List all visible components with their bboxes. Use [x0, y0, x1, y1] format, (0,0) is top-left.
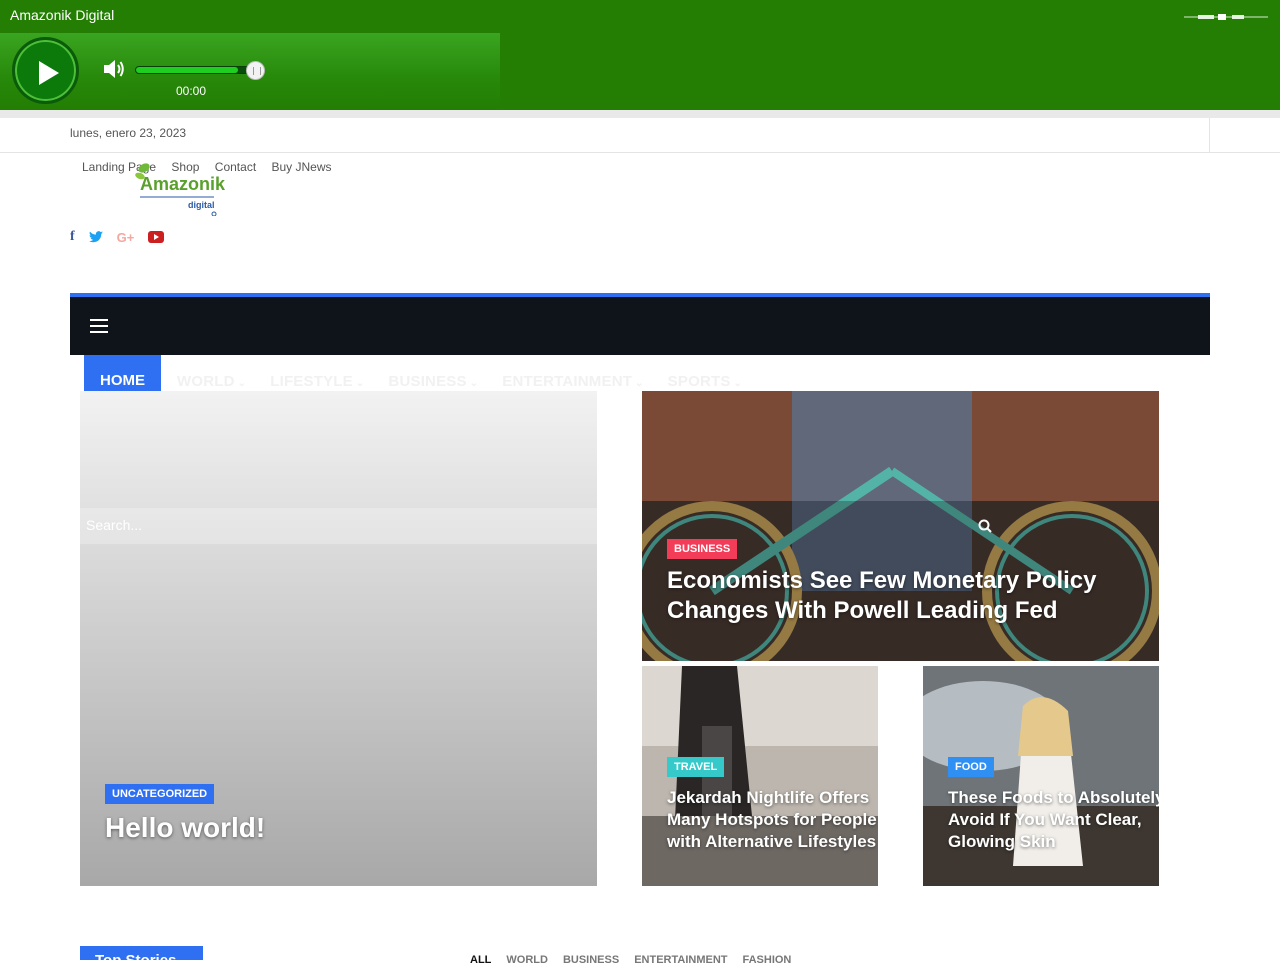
logo-subtext: digital [188, 200, 215, 210]
article-title[interactable]: Jekardah Nightlife Offers Many Hotspots … [667, 787, 878, 853]
site-logo[interactable]: Amazonik digital [134, 160, 226, 217]
search-bar [80, 508, 597, 544]
category-badge[interactable]: TRAVEL [667, 757, 725, 777]
featured-card-travel[interactable]: TRAVEL Jekardah Nightlife Offers Many Ho… [642, 666, 878, 886]
logo-text: Amazonik [140, 174, 226, 194]
filter-world[interactable]: WORLD [506, 954, 548, 966]
twitter-icon[interactable] [88, 231, 103, 243]
featured-card-business[interactable]: BUSINESS Economists See Few Monetary Pol… [642, 391, 1159, 661]
volume-slider[interactable] [135, 66, 257, 74]
radio-player-bar: Amazonik Digital 00:00 [0, 0, 1280, 110]
filter-business[interactable]: BUSINESS [563, 954, 619, 966]
top-nav-buy-jnews[interactable]: Buy JNews [272, 160, 332, 174]
featured-main-card[interactable]: UNCATEGORIZED Hello world! [80, 391, 597, 886]
topbar-strip [0, 110, 1280, 118]
main-menu: WORLD LIFESTYLE BUSINESS ENTERTAINMENT S… [177, 373, 742, 390]
current-date: lunes, enero 23, 2023 [70, 126, 187, 140]
volume-slider-handle[interactable] [246, 61, 265, 80]
nav-sports[interactable]: SPORTS [668, 373, 742, 390]
station-name: Amazonik Digital [10, 7, 115, 23]
playback-time: 00:00 [176, 84, 207, 98]
social-links: f G+ [70, 229, 165, 245]
article-title[interactable]: These Foods to Absolutely Avoid If You W… [948, 787, 1159, 853]
section-title: Top Stories [95, 952, 176, 960]
filter-entertainment[interactable]: ENTERTAINMENT [634, 954, 727, 966]
main-nav-bar [70, 297, 1210, 355]
section-title-tag: Top Stories [80, 946, 203, 960]
google-plus-icon[interactable]: G+ [117, 230, 135, 245]
topbar: lunes, enero 23, 2023 [0, 110, 1280, 153]
filter-fashion[interactable]: FASHION [742, 954, 791, 966]
filter-all[interactable]: ALL [470, 954, 491, 966]
article-title[interactable]: Economists See Few Monetary Policy Chang… [667, 566, 1137, 626]
volume-icon[interactable] [102, 57, 126, 81]
topbar-divider [1209, 118, 1210, 153]
section-filters: ALL WORLD BUSINESS ENTERTAINMENT FASHION [470, 954, 791, 966]
category-badge[interactable]: UNCATEGORIZED [105, 784, 215, 804]
article-title[interactable]: Hello world! [105, 812, 265, 844]
volume-level-fill [136, 67, 238, 73]
play-icon [39, 61, 59, 85]
play-button[interactable] [12, 37, 79, 104]
nav-business[interactable]: BUSINESS [388, 373, 478, 390]
nav-entertainment[interactable]: ENTERTAINMENT [502, 373, 643, 390]
search-icon [978, 519, 992, 533]
nav-world[interactable]: WORLD [177, 373, 246, 390]
search-input[interactable] [86, 517, 486, 533]
nav-lifestyle[interactable]: LIFESTYLE [270, 373, 364, 390]
category-badge[interactable]: BUSINESS [667, 539, 738, 559]
category-badge[interactable]: FOOD [948, 757, 994, 777]
hamburger-menu-icon[interactable] [90, 319, 108, 333]
waveform-icon [1184, 14, 1268, 20]
youtube-icon[interactable] [148, 231, 165, 243]
featured-card-food[interactable]: FOOD These Foods to Absolutely Avoid If … [923, 666, 1159, 886]
facebook-icon[interactable]: f [70, 229, 75, 245]
search-button[interactable] [965, 508, 1007, 544]
